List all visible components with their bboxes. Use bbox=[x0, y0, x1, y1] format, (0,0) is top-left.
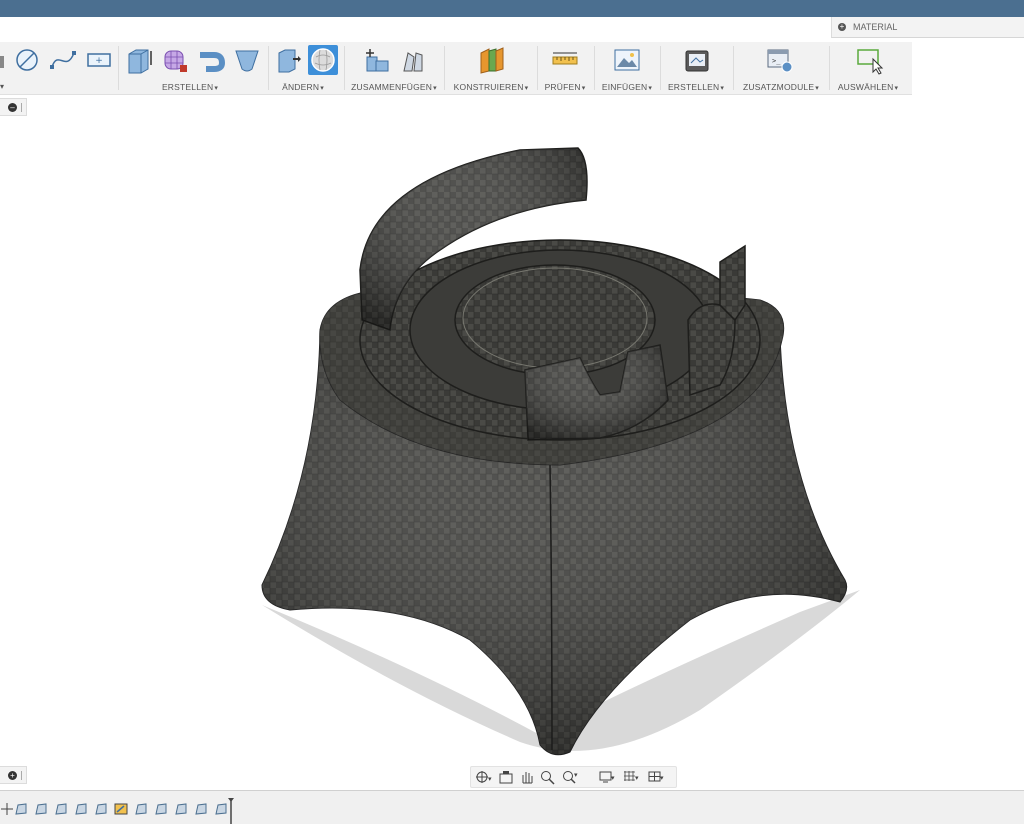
as-built-joint-icon[interactable] bbox=[398, 45, 428, 75]
group-erstellen-label[interactable]: ERSTELLEN▾ bbox=[162, 82, 218, 92]
comments-toggle[interactable]: + bbox=[0, 766, 27, 784]
toolbar-separator bbox=[268, 46, 269, 90]
panel-handle-icon bbox=[21, 770, 22, 780]
insert-image-icon[interactable] bbox=[612, 45, 642, 75]
feature-icon[interactable] bbox=[14, 802, 28, 816]
pan-icon[interactable] bbox=[518, 769, 536, 785]
group-auswaehlen-label[interactable]: AUSWÄHLEN▾ bbox=[838, 82, 898, 92]
canvas-viewport[interactable] bbox=[0, 94, 1024, 788]
fit-icon[interactable]: ▾ bbox=[561, 769, 579, 785]
navigation-bar: ▾ ▾ ▾ ▾ ▾ bbox=[470, 766, 677, 788]
construct-plane-icon[interactable] bbox=[477, 45, 507, 75]
look-at-icon[interactable] bbox=[497, 769, 515, 785]
toolbar-separator bbox=[444, 46, 445, 90]
face-icon[interactable] bbox=[232, 45, 262, 75]
zoom-icon[interactable] bbox=[539, 769, 557, 785]
feature-icon[interactable] bbox=[194, 802, 208, 816]
feature-icon[interactable] bbox=[214, 802, 228, 816]
toolbar-separator bbox=[537, 46, 538, 90]
feature-icon[interactable] bbox=[154, 802, 168, 816]
svg-text:▾: ▾ bbox=[635, 774, 639, 782]
toolbar-separator bbox=[344, 46, 345, 90]
feature-icon[interactable] bbox=[94, 802, 108, 816]
group-zusammenfuegen-label[interactable]: ZUSAMMENFÜGEN▾ bbox=[351, 82, 437, 92]
svg-text:▾: ▾ bbox=[611, 774, 615, 782]
sketch-feature-icon[interactable] bbox=[114, 802, 128, 816]
grid-icon[interactable]: ▾ bbox=[622, 769, 640, 785]
feature-icon[interactable] bbox=[54, 802, 68, 816]
toolbar-separator bbox=[829, 46, 830, 90]
group-zusatzmodule-label[interactable]: ZUSATZMODULE▾ bbox=[743, 82, 819, 92]
svg-text:▾: ▾ bbox=[660, 774, 664, 782]
group-einfuegen-label[interactable]: EINFÜGEN▾ bbox=[602, 82, 652, 92]
3d-model-stand[interactable] bbox=[0, 94, 1024, 788]
box-icon[interactable] bbox=[124, 45, 154, 75]
svg-text:+: + bbox=[95, 56, 103, 66]
spline-sketch-icon[interactable] bbox=[48, 45, 78, 75]
edit-form-icon[interactable] bbox=[273, 45, 303, 75]
expand-icon[interactable]: + bbox=[838, 23, 846, 31]
material-panel[interactable]: + MATERIAL bbox=[831, 17, 1024, 38]
pipe-icon[interactable] bbox=[196, 45, 226, 75]
group-pruefen-label[interactable]: PRÜFEN▾ bbox=[545, 82, 586, 92]
measure-icon[interactable] bbox=[550, 45, 580, 75]
tsplines-box-icon[interactable] bbox=[160, 45, 190, 75]
toolbar-separator bbox=[594, 46, 595, 90]
circle-sketch-icon[interactable] bbox=[12, 45, 42, 75]
feature-icon[interactable] bbox=[74, 802, 88, 816]
toolbar-separator bbox=[118, 46, 119, 90]
move-timeline-icon[interactable] bbox=[0, 802, 14, 816]
toolbar-separator bbox=[660, 46, 661, 90]
joint-icon[interactable] bbox=[362, 45, 392, 75]
title-bar bbox=[0, 0, 1024, 17]
group-konstruieren-label[interactable]: KONSTRUIEREN▾ bbox=[454, 82, 529, 92]
feature-icon[interactable] bbox=[174, 802, 188, 816]
svg-text:▾: ▾ bbox=[574, 771, 578, 779]
svg-text:▾: ▾ bbox=[488, 775, 492, 783]
display-settings-icon[interactable]: ▾ bbox=[598, 769, 616, 785]
orbit-icon[interactable]: ▾ bbox=[474, 769, 492, 785]
viewports-icon[interactable]: ▾ bbox=[647, 769, 665, 785]
feature-icon[interactable] bbox=[34, 802, 48, 816]
toolbar-separator bbox=[733, 46, 734, 90]
rectangle-sketch-icon[interactable]: + bbox=[84, 45, 114, 75]
select-window-icon[interactable] bbox=[855, 45, 885, 75]
material-panel-label: MATERIAL bbox=[853, 22, 898, 32]
group-erstellen-render-label[interactable]: ERSTELLEN▾ bbox=[668, 82, 724, 92]
finish-sketch-icon[interactable] bbox=[0, 56, 4, 68]
expand-icon[interactable]: + bbox=[8, 770, 17, 780]
sphere-form-icon[interactable] bbox=[308, 45, 338, 75]
timeline-bar bbox=[0, 790, 1024, 824]
scripts-addins-icon[interactable]: >_ bbox=[765, 45, 795, 75]
group-aendern-label[interactable]: ÄNDERN▾ bbox=[282, 82, 324, 92]
feature-icon[interactable] bbox=[134, 802, 148, 816]
svg-text:>_: >_ bbox=[772, 57, 781, 65]
toolbar: + ▾ ERSTELLEN▾ ÄNDERN▾ ZUSAMMENFÜGEN▾ KO… bbox=[0, 42, 912, 95]
render-icon[interactable] bbox=[682, 45, 712, 75]
timeline-marker-icon[interactable] bbox=[228, 798, 234, 824]
